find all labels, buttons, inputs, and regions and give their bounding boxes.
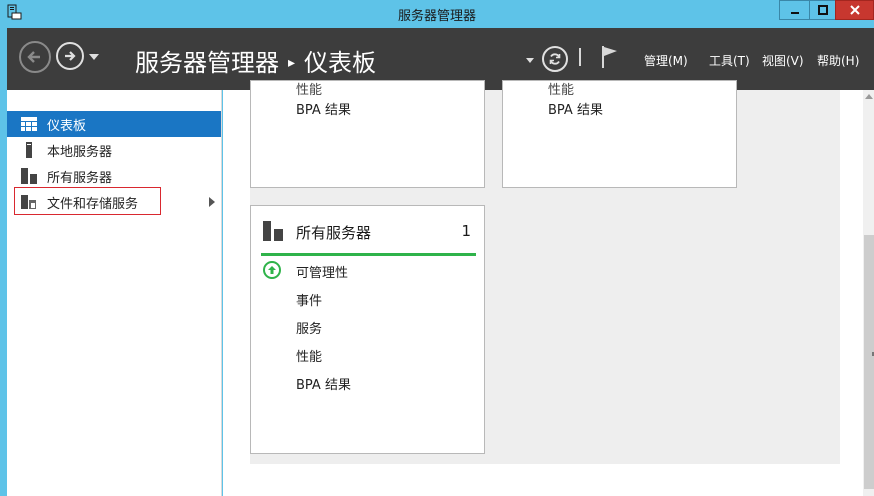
tile-all-servers[interactable]: 所有服务器 1 可管理性 事件 服务 性能 BPA 结果 <box>250 205 485 454</box>
history-dropdown-icon[interactable] <box>89 54 99 60</box>
sidebar-item-label: 仪表板 <box>47 118 87 134</box>
sidebar: 仪表板 本地服务器 所有服务器 文件和存储服务 <box>7 90 222 496</box>
forward-arrow-icon <box>65 51 76 61</box>
up-arrow-status-icon <box>263 261 281 279</box>
expand-arrow-icon[interactable] <box>209 197 215 207</box>
maximize-button[interactable] <box>809 0 836 20</box>
tile-row-performance[interactable]: 性能 <box>296 79 322 98</box>
breadcrumb-root[interactable]: 服务器管理器 <box>135 49 279 77</box>
close-icon <box>849 5 860 15</box>
toolbar-divider <box>579 48 581 66</box>
tile-row-performance[interactable]: 性能 <box>548 79 574 98</box>
local-server-icon <box>21 142 37 158</box>
tile-row-bpa[interactable]: BPA 结果 <box>296 99 351 118</box>
all-servers-icon <box>21 168 37 184</box>
title-bar: 服务器管理器 <box>0 0 874 27</box>
forward-button[interactable] <box>56 42 84 70</box>
vertical-scrollbar[interactable] <box>863 90 874 496</box>
sidebar-item-all-servers[interactable]: 所有服务器 <box>7 163 221 189</box>
tile-title[interactable]: 所有服务器 <box>296 222 371 243</box>
refresh-button[interactable] <box>542 46 568 72</box>
sidebar-item-local-server[interactable]: 本地服务器 <box>7 137 221 163</box>
sidebar-item-dashboard[interactable]: 仪表板 <box>7 111 221 137</box>
tile-row-events[interactable]: 事件 <box>296 290 322 309</box>
refresh-icon <box>549 53 561 65</box>
all-servers-icon <box>263 221 283 241</box>
minimize-icon <box>790 12 799 14</box>
breadcrumb-current: 仪表板 <box>304 49 377 77</box>
tile-count[interactable]: 1 <box>461 222 471 240</box>
back-button[interactable] <box>19 41 51 73</box>
highlight-box <box>14 187 161 215</box>
back-arrow-icon <box>27 51 40 63</box>
tile-row-bpa[interactable]: BPA 结果 <box>548 99 603 118</box>
tile-row-performance[interactable]: 性能 <box>296 346 322 365</box>
tile-row-services[interactable]: 服务 <box>296 318 322 337</box>
scroll-up-icon[interactable] <box>865 94 873 99</box>
maximize-icon <box>817 5 828 15</box>
minimize-button[interactable] <box>779 0 810 20</box>
status-bar <box>261 253 476 256</box>
tile-top-right[interactable]: 性能 BPA 结果 <box>502 80 737 188</box>
notifications-flag-icon[interactable] <box>601 45 619 69</box>
main-content: 性能 BPA 结果 性能 BPA 结果 所有服务器 1 可管理性 事件 服务 性… <box>223 80 863 496</box>
tile-row-manageability[interactable]: 可管理性 <box>296 262 348 281</box>
tile-row-bpa[interactable]: BPA 结果 <box>296 374 351 393</box>
menu-tools[interactable]: 工具(T) <box>709 52 750 69</box>
sidebar-item-label: 本地服务器 <box>47 144 113 160</box>
tile-top-left[interactable]: 性能 BPA 结果 <box>250 80 485 188</box>
dashboard-canvas: 性能 BPA 结果 性能 BPA 结果 所有服务器 1 可管理性 事件 服务 性… <box>250 80 840 464</box>
sidebar-item-label: 所有服务器 <box>47 170 113 186</box>
sidebar-item-file-storage[interactable]: 文件和存储服务 <box>7 187 221 215</box>
close-button[interactable] <box>835 0 874 20</box>
breadcrumb-separator: ▸ <box>288 55 296 71</box>
menu-view[interactable]: 视图(V) <box>762 52 804 69</box>
refresh-dropdown-icon[interactable] <box>526 58 534 63</box>
dashboard-icon <box>21 116 37 132</box>
breadcrumb: 服务器管理器 ▸ 仪表板 <box>135 43 376 78</box>
scrollbar-thumb[interactable] <box>864 235 874 489</box>
window-title: 服务器管理器 <box>397 9 476 24</box>
menu-manage[interactable]: 管理(M) <box>644 52 688 69</box>
menu-help[interactable]: 帮助(H) <box>817 52 859 69</box>
